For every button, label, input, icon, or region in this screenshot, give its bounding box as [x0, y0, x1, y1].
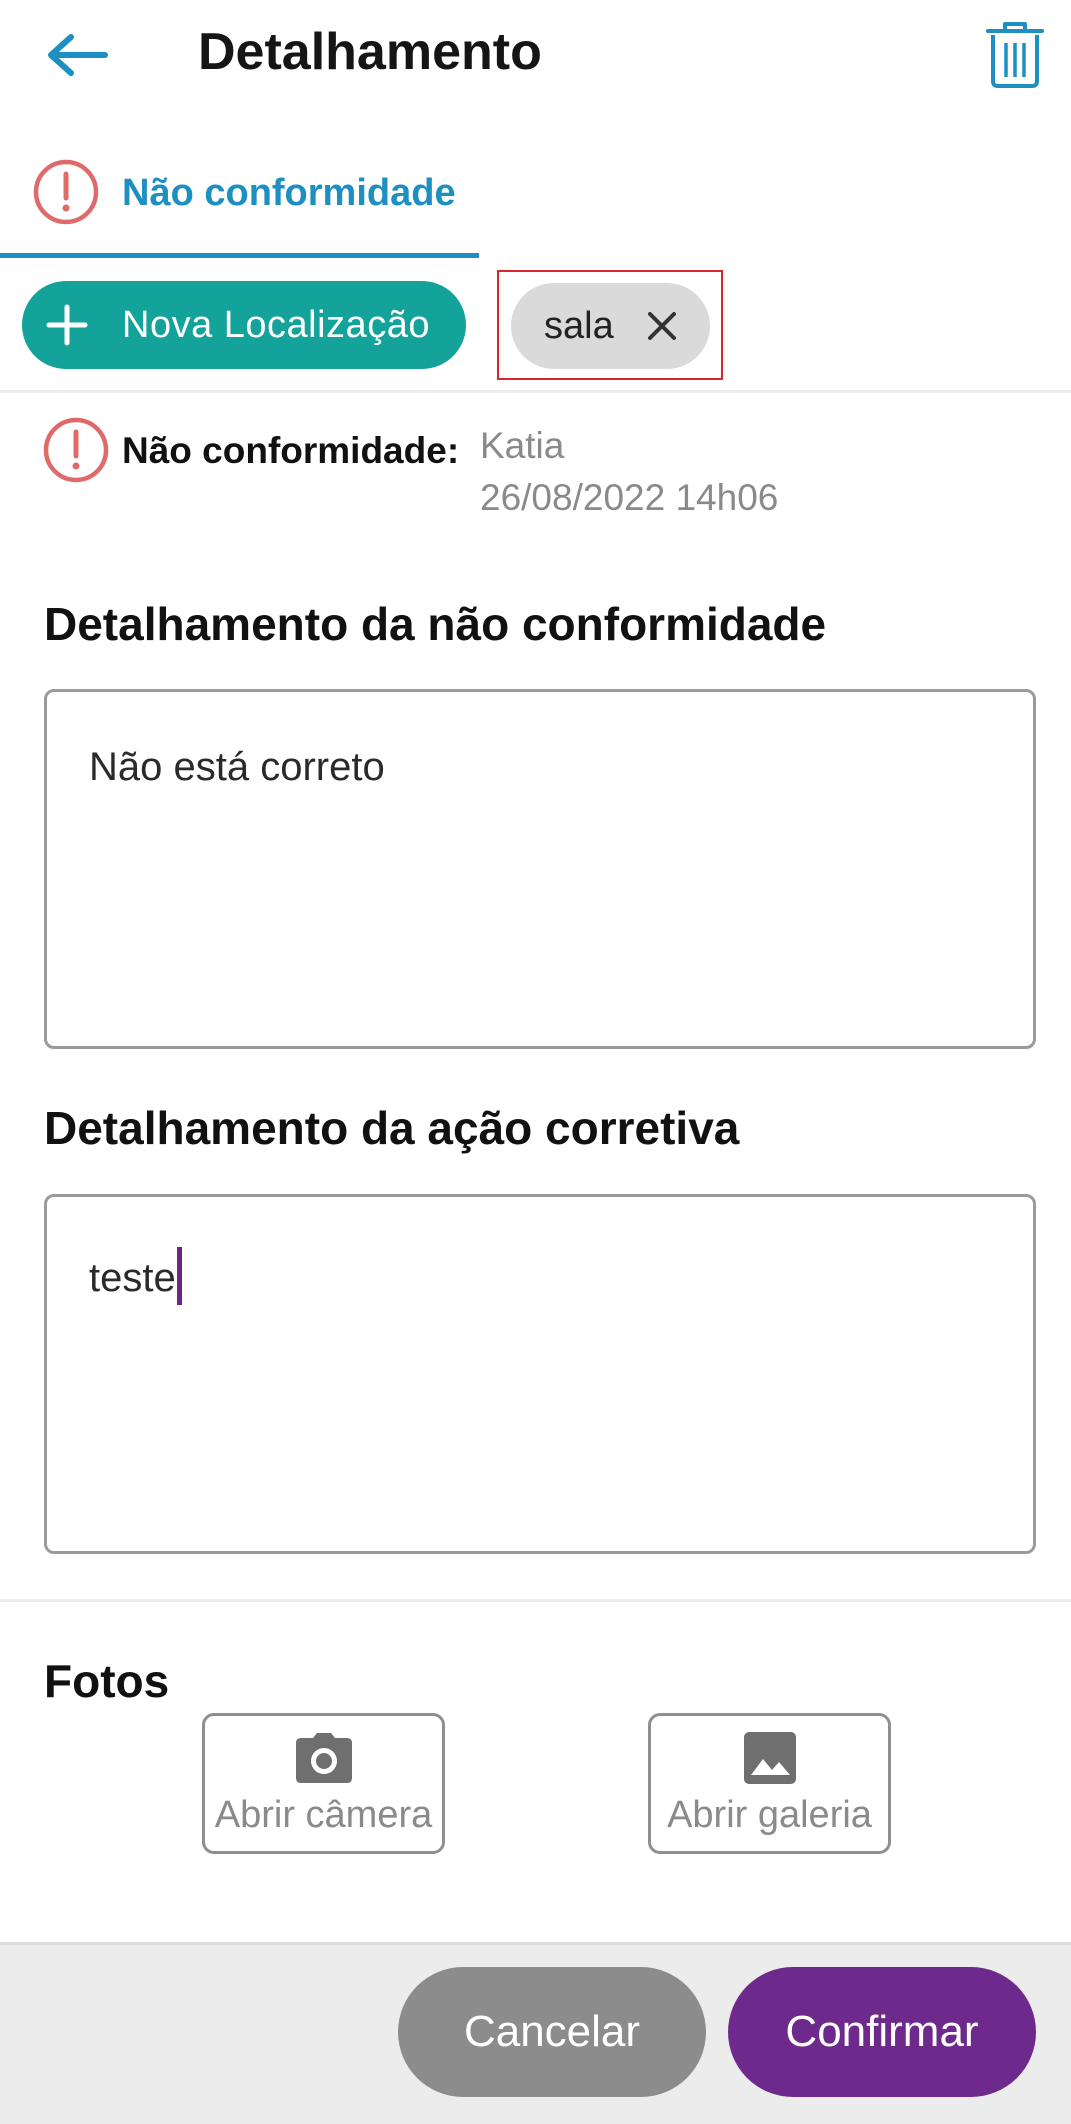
open-camera-button[interactable]: Abrir câmera: [202, 1713, 445, 1854]
nonconformity-label: Não conformidade:: [122, 430, 460, 471]
page-title: Detalhamento: [198, 23, 542, 81]
alert-circle-icon: [33, 159, 99, 225]
text-caret: [176, 1247, 182, 1305]
cancel-button[interactable]: Cancelar: [398, 1967, 706, 2097]
location-chip-highlight: sala: [497, 270, 723, 380]
close-icon[interactable]: [644, 308, 680, 344]
corrective-action-title: Detalhamento da ação corretiva: [44, 1102, 740, 1154]
arrow-left-icon: [48, 34, 108, 76]
location-chip-label: sala: [544, 305, 614, 347]
new-location-button[interactable]: Nova Localização: [22, 281, 466, 369]
nonconformity-datetime: 26/08/2022 14h06: [480, 477, 779, 518]
tab-nao-conformidade[interactable]: Não conformidade: [0, 150, 479, 258]
nonconformity-details-text: Não está correto: [89, 745, 385, 789]
divider: [0, 1599, 1071, 1602]
tab-indicator: [0, 253, 479, 258]
app-bar: Detalhamento: [0, 0, 1071, 110]
photos-title: Fotos: [44, 1655, 170, 1707]
bottom-action-bar: Cancelar Confirmar: [0, 1942, 1071, 2124]
tab-label: Não conformidade: [122, 172, 456, 214]
open-gallery-label: Abrir galeria: [667, 1794, 872, 1836]
camera-icon: [295, 1728, 353, 1788]
nonconformity-details-field[interactable]: Não está correto: [44, 689, 1036, 1049]
image-icon: [743, 1728, 797, 1788]
alert-circle-icon: [43, 417, 109, 483]
back-button[interactable]: [36, 14, 118, 96]
corrective-action-field[interactable]: teste: [44, 1194, 1036, 1554]
trash-icon: [986, 22, 1044, 88]
nonconformity-details-title: Detalhamento da não conformidade: [44, 598, 827, 650]
confirm-button[interactable]: Confirmar: [728, 1967, 1036, 2097]
new-location-label: Nova Localização: [122, 304, 430, 346]
open-camera-label: Abrir câmera: [214, 1794, 433, 1836]
corrective-action-text: teste: [89, 1256, 176, 1300]
open-gallery-button[interactable]: Abrir galeria: [648, 1713, 891, 1854]
divider: [0, 390, 1071, 393]
delete-button[interactable]: [970, 10, 1060, 100]
nonconformity-author: Katia: [480, 425, 565, 466]
location-chip[interactable]: sala: [511, 283, 710, 369]
plus-icon: [44, 302, 90, 348]
